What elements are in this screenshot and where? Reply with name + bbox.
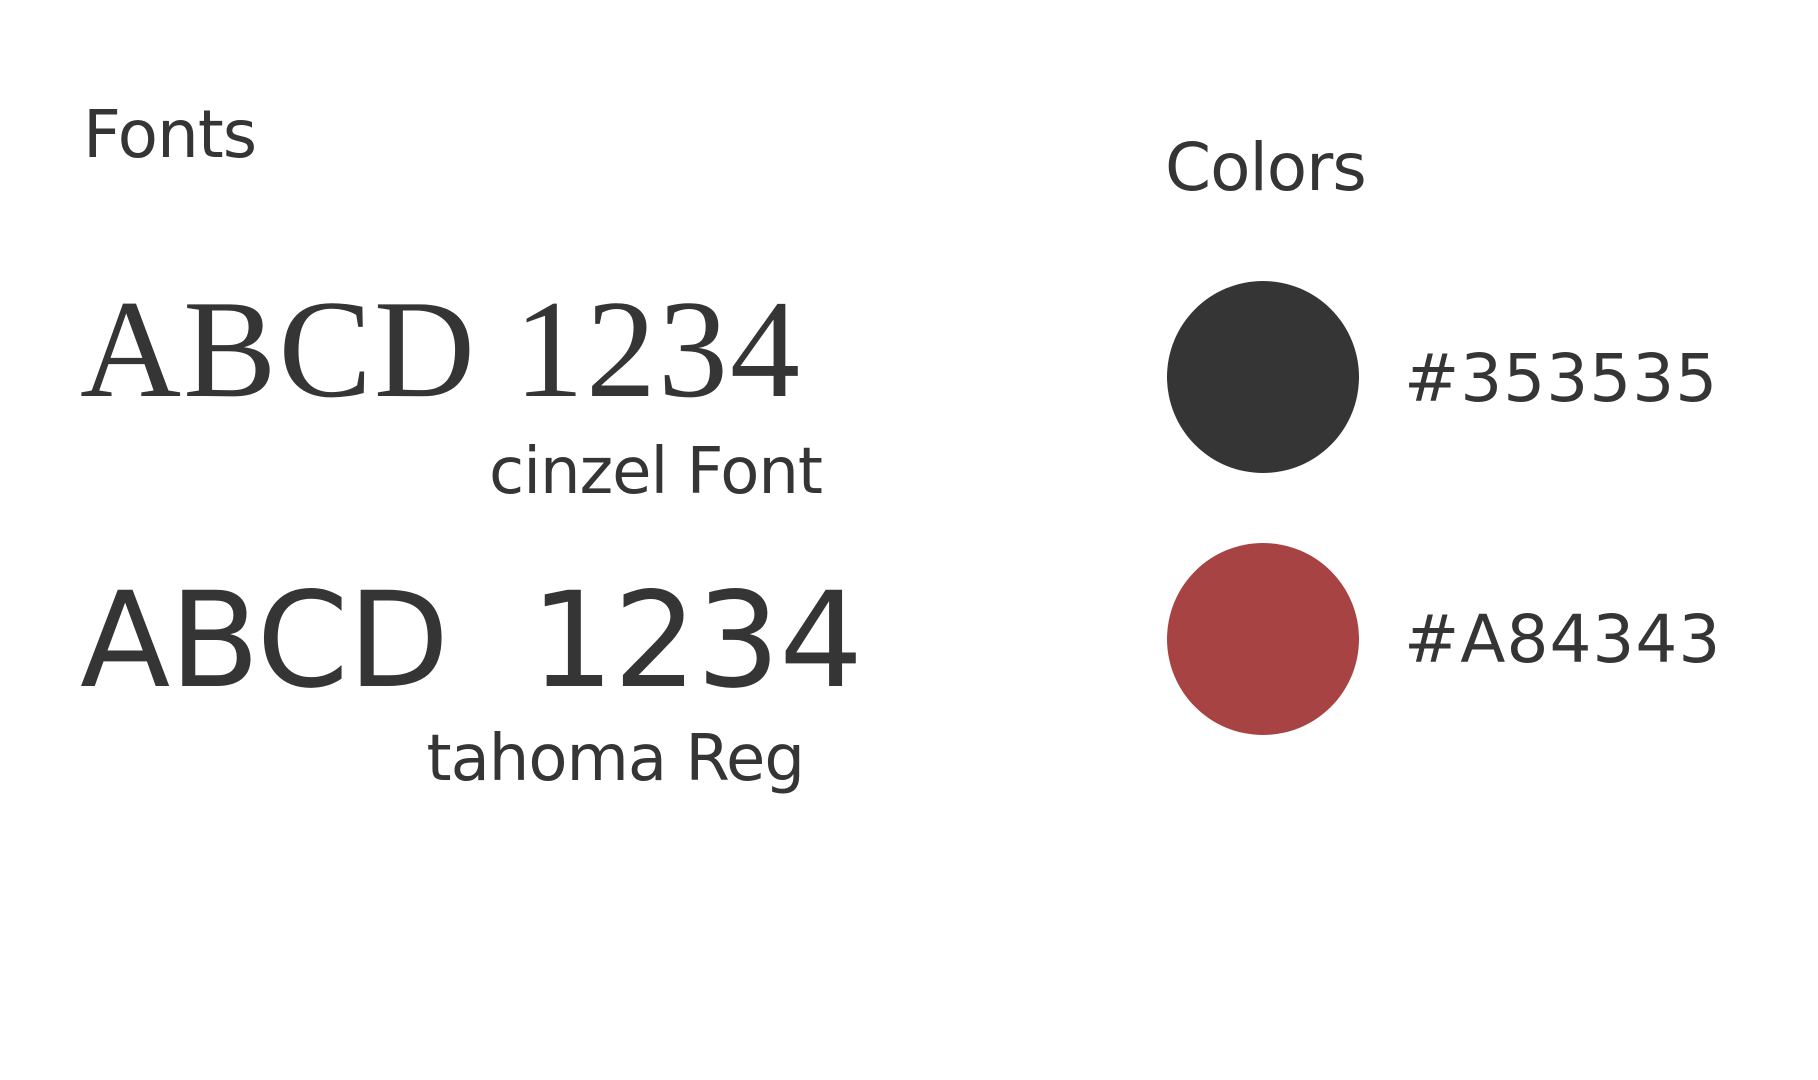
serif-font-caption: cinzel Font (489, 435, 823, 509)
color-hex-red: #A84343 (1404, 601, 1722, 678)
color-hex-dark: #353535 (1404, 340, 1719, 417)
colors-heading: Colors (1165, 129, 1367, 206)
color-swatch-red (1167, 543, 1359, 735)
serif-font-sample: ABCD 1234 (80, 272, 802, 427)
sans-font-caption: tahoma Reg (426, 722, 805, 796)
fonts-heading: Fonts (83, 96, 257, 173)
sans-font-sample: ABCD 1234 (80, 564, 863, 718)
color-swatch-dark (1167, 281, 1359, 473)
